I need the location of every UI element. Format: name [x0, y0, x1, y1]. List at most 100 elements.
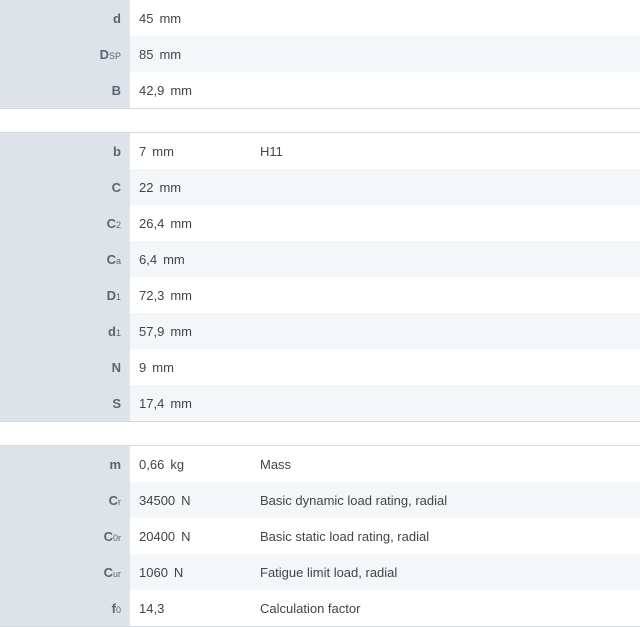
symbol-letter: D — [99, 46, 109, 62]
value-area: 0,66 kg Mass — [130, 446, 640, 482]
parameter-value: 85 mm — [130, 47, 260, 62]
table-row: b 7 mm H11 — [0, 133, 640, 169]
value-unit: mm — [170, 287, 192, 303]
parameter-symbol: Cr — [0, 482, 130, 518]
symbol-letter: C — [103, 528, 113, 544]
value-number: 6,4 — [139, 251, 158, 267]
symbol-letter: B — [111, 82, 121, 98]
value-unit: mm — [170, 395, 192, 411]
parameter-value: 17,4 mm — [130, 396, 260, 411]
symbol-letter: S — [112, 395, 121, 411]
group-spacer — [0, 422, 640, 446]
symbol-subscript: ur — [112, 569, 121, 579]
value-unit: mm — [152, 359, 174, 375]
parameter-value: 14,3 — [130, 601, 260, 616]
parameter-value: 20400 N — [130, 529, 260, 544]
symbol-letter: m — [109, 456, 121, 472]
symbol-subscript: SP — [108, 51, 121, 61]
value-area: 45 mm — [130, 0, 640, 36]
parameter-description: Mass — [260, 456, 292, 472]
table-row: S 17,4 mm — [0, 385, 640, 421]
parameter-symbol: Ca — [0, 241, 130, 277]
parameter-symbol: f0 — [0, 590, 130, 626]
parameter-value: 57,9 mm — [130, 324, 260, 339]
value-number: 1060 — [139, 564, 168, 580]
symbol-letter: C — [108, 492, 118, 508]
symbol-letter: C — [103, 564, 113, 580]
parameter-description: Basic static load rating, radial — [260, 528, 430, 544]
table-row: D SP 85 mm — [0, 36, 640, 72]
value-unit: N — [181, 528, 191, 544]
value-unit: N — [173, 564, 184, 580]
value-unit: mm — [152, 143, 174, 159]
value-unit: mm — [163, 251, 185, 267]
table-row: f 0 14,3 Calculation factor — [0, 590, 640, 626]
value-area: 14,3 Calculation factor — [130, 590, 640, 626]
parameter-symbol: d1 — [0, 313, 130, 349]
value-number: 26,4 — [139, 215, 165, 231]
parameter-symbol: Cur — [0, 554, 130, 590]
symbol-subscript: r — [118, 497, 121, 507]
parameter-symbol: C — [0, 169, 130, 205]
parameter-symbol: D1 — [0, 277, 130, 313]
value-number: 20400 — [139, 528, 176, 544]
value-number: 22 — [139, 179, 154, 195]
value-area: 20400 N Basic static load rating, radial — [130, 518, 640, 554]
parameter-symbol: S — [0, 385, 130, 421]
value-area: 17,4 mm — [130, 385, 640, 421]
symbol-letter: D — [106, 287, 116, 303]
symbol-letter: d — [113, 10, 121, 26]
symbol-subscript: 1 — [115, 328, 121, 338]
parameter-symbol: B — [0, 72, 130, 108]
parameter-group: b 7 mm H11 C 22 mm C 2 26,4 mm Ca 6,4 mm D 1 72,3 mm d 1 57,… — [0, 133, 640, 422]
parameter-description: Calculation factor — [260, 600, 361, 616]
parameter-group: d 45 mm D SP 85 mm B 42,9 mm — [0, 0, 640, 109]
parameter-value: 72,3 mm — [130, 288, 260, 303]
parameter-symbol: C2 — [0, 205, 130, 241]
table-row: Cur 1060 N Fatigue limit load, radial — [0, 554, 640, 590]
value-unit: mm — [170, 82, 192, 98]
parameter-value: 45 mm — [130, 11, 260, 26]
value-number: 85 — [139, 46, 154, 62]
table-row: C 0r 20400 N Basic static load rating, radia… — [0, 518, 640, 554]
value-area: 85 mm — [130, 36, 640, 72]
value-unit: kg — [170, 456, 185, 472]
parameter-group: m 0,66 kg Mass Cr 34500 N Basic dynamic load ra… — [0, 446, 640, 627]
parameter-value: 7 mm — [130, 144, 260, 159]
value-area: 1060 N Fatigue limit load, radial — [130, 554, 640, 590]
symbol-subscript: a — [115, 256, 121, 266]
value-number: 14,3 — [139, 600, 165, 616]
parameter-value: 26,4 mm — [130, 216, 260, 231]
parameter-value: 9 mm — [130, 360, 260, 375]
parameter-symbol: D SP — [0, 36, 130, 72]
value-number: 17,4 — [139, 395, 165, 411]
value-unit: mm — [170, 323, 192, 339]
symbol-letter: d — [108, 323, 116, 339]
table-row: N 9 mm — [0, 349, 640, 385]
table-row: Cr 34500 N Basic dynamic load rating, radia… — [0, 482, 640, 518]
symbol-letter: N — [111, 359, 121, 375]
symbol-letter: C — [111, 179, 121, 195]
parameter-value: 22 mm — [130, 180, 260, 195]
parameter-value: 6,4 mm — [130, 252, 260, 267]
group-spacer — [0, 109, 640, 133]
table-row: d 1 57,9 mm — [0, 313, 640, 349]
value-number: 57,9 — [139, 323, 165, 339]
value-area: 34500 N Basic dynamic load rating, radial — [130, 482, 640, 518]
parameter-symbol: N — [0, 349, 130, 385]
value-area: 57,9 mm — [130, 313, 640, 349]
table-row: B 42,9 mm — [0, 72, 640, 108]
parameter-value: 0,66 kg — [130, 457, 260, 472]
parameter-description: Basic dynamic load rating, radial — [260, 492, 448, 508]
value-number: 42,9 — [139, 82, 165, 98]
parameter-value: 42,9 mm — [130, 83, 260, 98]
symbol-letter: C — [106, 251, 116, 267]
value-area: 22 mm — [130, 169, 640, 205]
table-row: m 0,66 kg Mass — [0, 446, 640, 482]
parameter-value: 34500 N — [130, 493, 260, 508]
value-area: 6,4 mm — [130, 241, 640, 277]
symbol-subscript: 2 — [115, 220, 121, 230]
parameter-symbol: b — [0, 133, 130, 169]
value-unit: mm — [170, 215, 192, 231]
table-row: d 45 mm — [0, 0, 640, 36]
